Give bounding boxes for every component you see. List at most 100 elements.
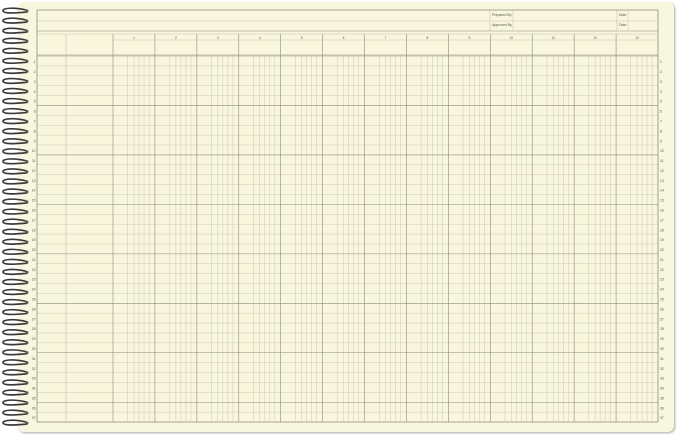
binding-hole [25,59,29,63]
row-number-right: 14 [660,189,664,193]
column-number: 10 [509,36,513,40]
binding-hole [25,381,29,385]
spiral-ring [2,138,28,145]
row-number-right: 30 [660,347,664,351]
spiral-ring [2,288,28,296]
binding-hole [25,29,29,33]
spiral-ring [2,168,28,175]
binding-hole [25,240,29,244]
column-number: 1 [133,36,135,40]
spiral-ring [2,17,28,24]
column-number: 8 [427,36,429,40]
binding-hole [25,371,29,375]
spiral-ring [2,228,28,235]
binding-hole [25,411,29,415]
spiral-ring [2,349,28,356]
date-label-top: Date [619,13,626,17]
spiral-ring [2,77,28,85]
binding-hole [25,140,29,144]
row-number-right: 31 [660,357,664,361]
row-number-right: 19 [660,238,664,242]
row-number-right: 5 [660,100,662,104]
row-number-right: 29 [660,337,664,341]
spiral-ring [2,188,28,195]
spiral-ring [2,97,28,105]
spiral-ring [2,278,28,286]
column-number: 9 [468,36,470,40]
spiral-ring [2,117,28,125]
row-number-right: 1 [660,60,662,64]
row-number-right: 17 [660,218,664,222]
column-number: 12 [593,36,597,40]
row-number-right: 24 [660,288,664,292]
row-number-right: 18 [660,228,664,232]
binding-hole [25,190,29,194]
row-number-right: 36 [660,406,664,410]
row-number-right: 10 [660,149,664,153]
binding-hole [25,19,29,23]
binding-hole [25,290,29,294]
binding-hole [25,69,29,73]
spiral-ring [2,218,28,225]
spiral-ring [2,258,28,266]
binding-hole [25,421,29,425]
spiral-ring [2,158,28,165]
spiral-ring [2,409,28,416]
row-number-right: 37 [660,416,664,420]
spiral-ring [2,339,28,346]
date-label-bottom: Date [619,23,626,27]
row-number-right: 33 [660,377,664,381]
binding-hole [25,401,29,405]
binding-hole [25,49,29,53]
spiral-ring [2,87,28,95]
row-number-right: 12 [660,169,664,173]
spiral-ring [2,128,28,135]
row-number-right: 25 [660,298,664,302]
row-number-right: 8 [660,129,662,133]
binding-hole [25,170,29,174]
row-number-right: 13 [660,179,664,183]
column-number: 3 [217,36,219,40]
row-number-right: 7 [660,119,662,123]
spiral-ring [2,57,28,65]
spiral-ring [2,47,28,54]
approved-by-label: Approved By [492,23,512,27]
row-number-right: 4 [660,90,662,94]
row-number-right: 20 [660,248,664,252]
spiral-ring [2,208,28,215]
row-number-right: 23 [660,278,664,282]
spiral-ring [2,298,28,306]
binding-hole [25,361,29,365]
row-number-right: 22 [660,268,664,272]
column-number: 4 [259,36,261,40]
row-number-right: 32 [660,367,664,371]
column-number: 6 [343,36,345,40]
binding-hole [25,351,29,355]
spiral-ring [2,107,28,115]
row-number-right: 34 [660,387,664,391]
spiral-ring [2,389,28,396]
row-number-right: 28 [660,327,664,331]
binding-hole [25,230,29,234]
binding-hole [25,341,29,345]
prepared-by-label: Prepared By [492,13,512,17]
spiral-ring [2,198,28,205]
row-number-right: 15 [660,199,664,203]
binding-hole [25,320,29,325]
spiral-ring [2,359,28,366]
spiral-ring [2,419,28,426]
row-number-right: 3 [660,80,662,84]
binding-hole [25,150,29,154]
row-number-right: 11 [660,159,664,163]
ledger-grid: Prepared By Approved By Date Date 123456… [32,9,664,423]
binding-hole [25,99,29,104]
spiral-binding [2,7,29,426]
spiral-ring [2,37,28,44]
spiral-ring [2,27,28,34]
binding-hole [25,109,29,114]
binding-hole [25,391,29,395]
binding-hole [25,270,29,274]
binding-hole [25,79,29,83]
row-number-right: 16 [660,209,664,213]
spiral-ring [2,67,28,75]
